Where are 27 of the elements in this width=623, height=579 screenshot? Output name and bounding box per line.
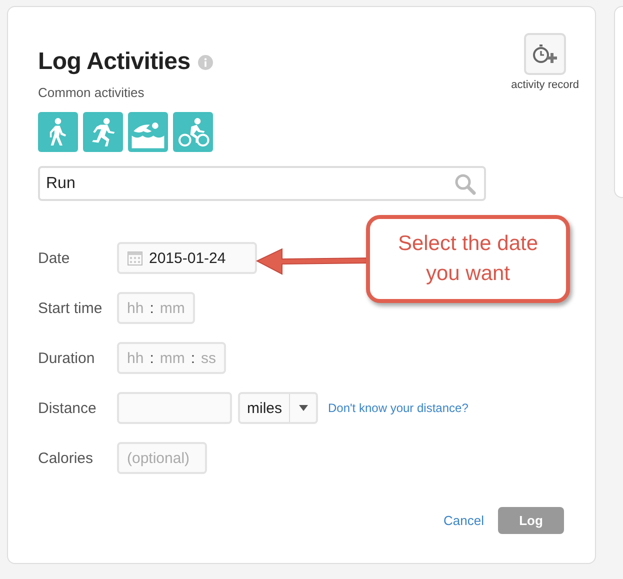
time-field[interactable]: hh : mm : ss [117,342,226,374]
stopwatch-plus-icon [532,43,558,65]
field-label: Start time [38,300,104,316]
walk-activity-button[interactable] [38,112,78,152]
run-activity-button[interactable] [83,112,123,152]
bike-activity-button[interactable] [173,112,213,152]
field-label: Distance [38,400,98,416]
calendar-icon [127,250,143,266]
activity-record-label: activity record [511,79,579,91]
activity-search-field[interactable]: Run [38,166,486,201]
callout-note: Select the date you want [366,215,570,303]
info-icon[interactable] [198,54,214,70]
caret-icon [298,405,308,411]
date-field[interactable]: 2015-01-24 [117,242,257,274]
search-icon [454,172,476,194]
distance-field[interactable] [117,392,232,424]
time-field[interactable]: hh : mm [117,292,195,324]
field-label: Duration [38,350,96,366]
cancel-link[interactable]: Cancel [444,513,484,528]
dialog-title: Log Activities [38,48,190,76]
field-label: Date [38,250,71,266]
unit-dropdown[interactable]: miles [238,392,318,424]
swim-activity-button[interactable] [128,112,168,152]
field-label: Calories [38,450,94,466]
help-link[interactable]: Don't know your distance? [328,401,468,415]
section-label: Common activities [38,85,144,100]
stopwatch-add-button[interactable] [524,33,566,75]
